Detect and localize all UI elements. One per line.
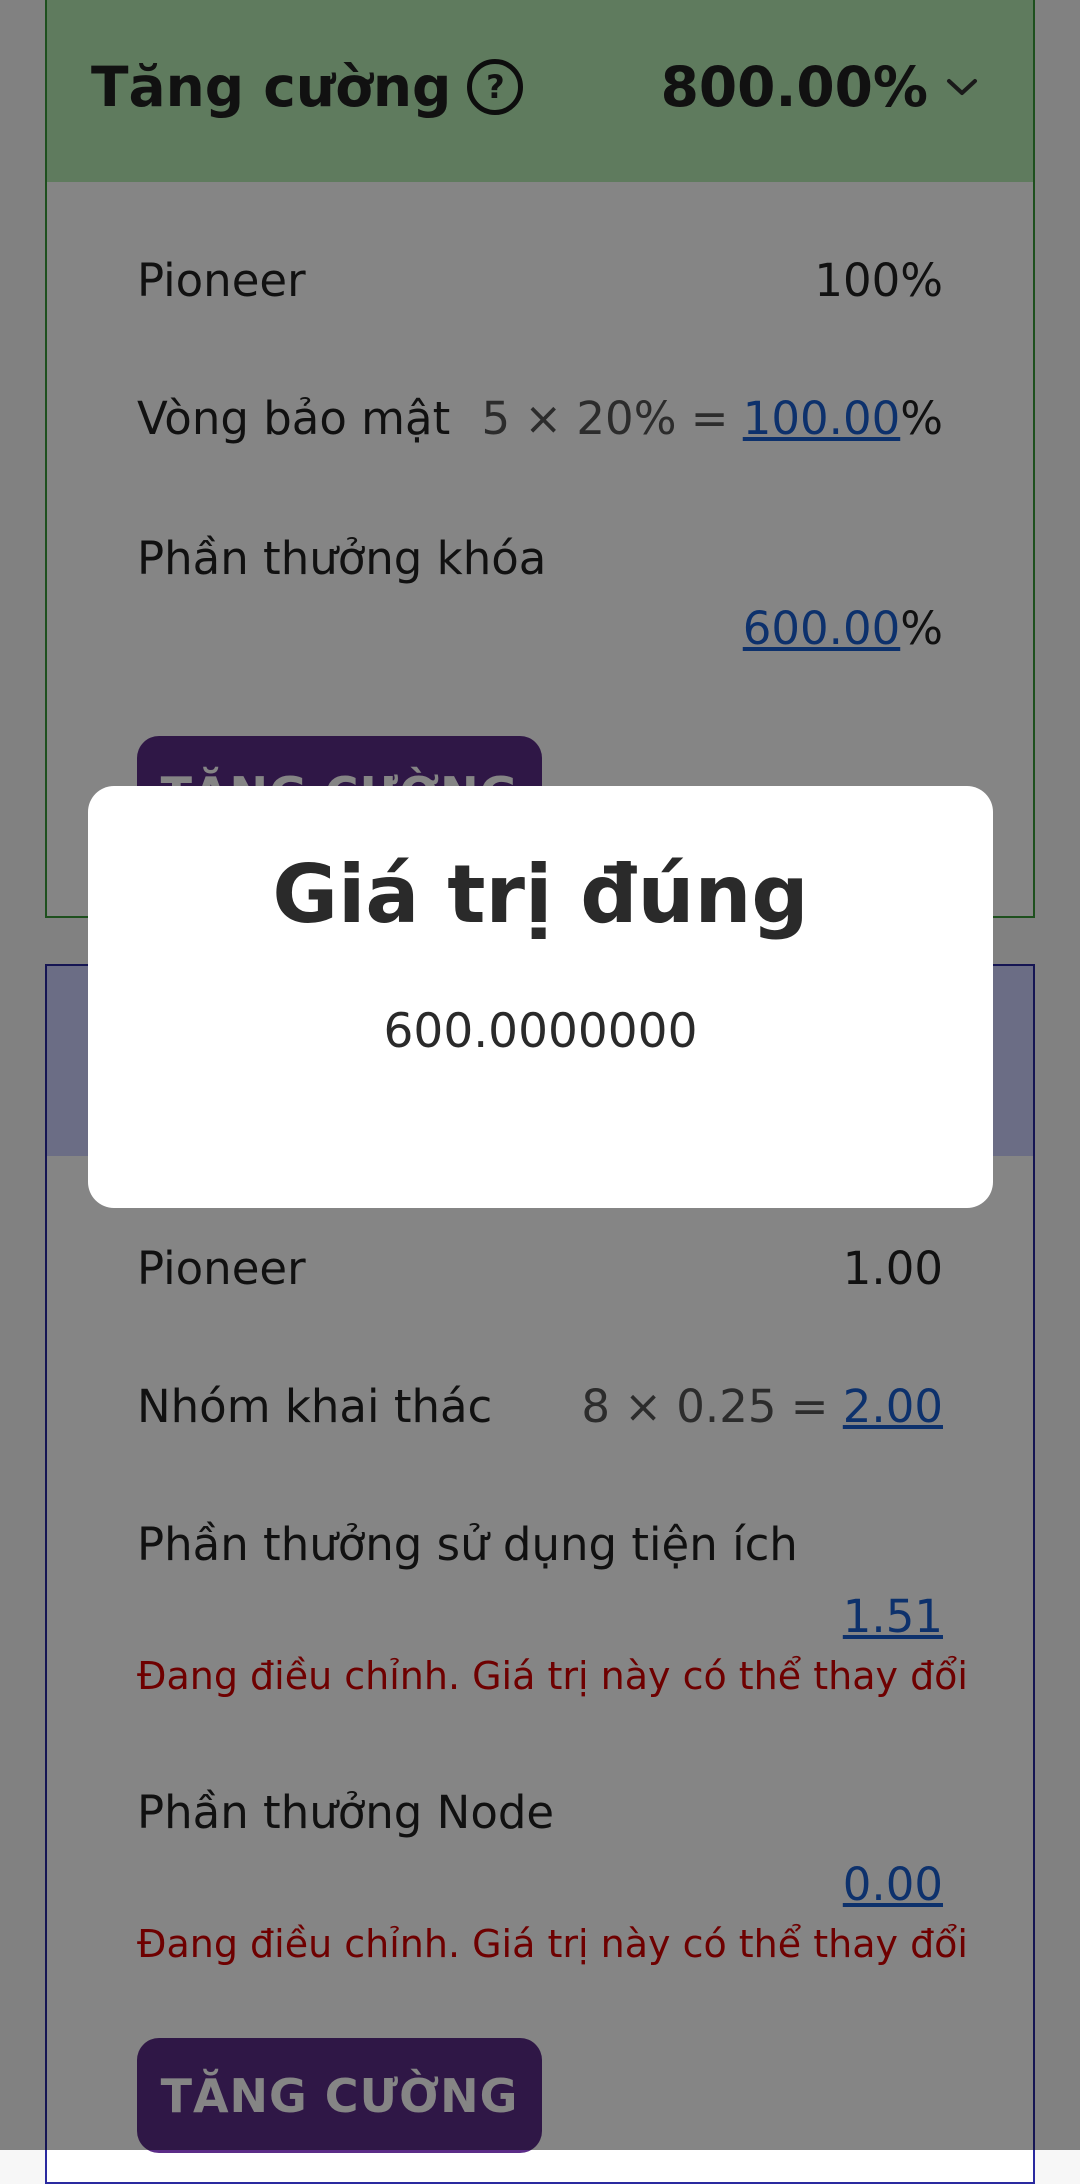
value-dialog: Giá trị đúng 600.0000000	[88, 786, 993, 1208]
dialog-title: Giá trị đúng	[272, 848, 809, 941]
dialog-value: 600.0000000	[383, 1004, 698, 1059]
